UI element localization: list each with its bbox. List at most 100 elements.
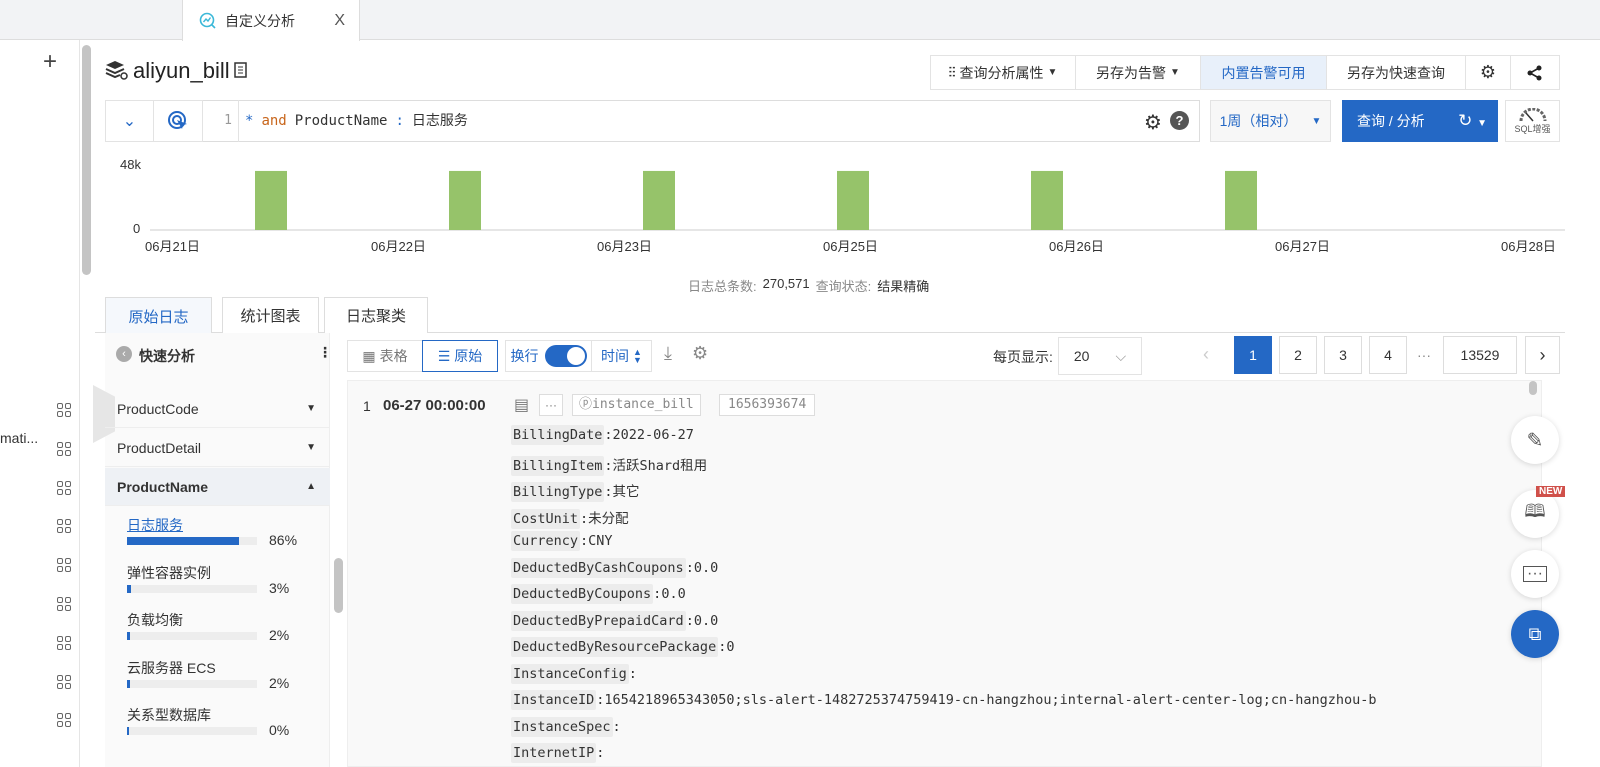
field-key[interactable]: BillingItem xyxy=(511,455,605,476)
query-settings-icon[interactable]: ⚙ xyxy=(1144,110,1162,135)
download-icon[interactable]: ⤓ xyxy=(664,343,672,364)
field-value[interactable]: 2022-06-27 xyxy=(613,427,694,443)
settings-button[interactable]: ⚙ xyxy=(1465,55,1511,90)
copy-icon[interactable] xyxy=(233,62,248,80)
field-key[interactable]: InstanceConfig xyxy=(511,663,629,684)
field-value[interactable]: CNY xyxy=(588,533,612,549)
chart-bar[interactable] xyxy=(837,170,869,230)
last-page-button[interactable]: 13529 xyxy=(1443,336,1517,374)
time-sort-button[interactable]: 时间 ▲ ▼ xyxy=(591,340,652,372)
value-label[interactable]: 负载均衡 xyxy=(127,612,183,628)
save-as-alert-button[interactable]: 另存为告警 ▼ xyxy=(1075,55,1201,90)
source-tag[interactable]: ⓟinstance_bill xyxy=(572,394,701,416)
field-value[interactable]: 0.0 xyxy=(694,560,718,576)
value-item[interactable]: 负载均衡 2% xyxy=(127,610,327,655)
gear-icon[interactable]: ⚙ xyxy=(692,343,708,364)
panel-scrollbar[interactable] xyxy=(334,558,343,613)
add-button[interactable]: + xyxy=(43,48,57,76)
chart-bar[interactable] xyxy=(449,170,481,230)
value-item[interactable]: 弹性容器实例 3% xyxy=(127,563,327,608)
tab-charts[interactable]: 统计图表 xyxy=(222,297,319,333)
builtin-alert-button[interactable]: 内置告警可用 xyxy=(1200,55,1327,90)
field-value[interactable]: 0.0 xyxy=(661,586,685,602)
page-button[interactable]: 3 xyxy=(1324,336,1362,374)
grid-icon[interactable] xyxy=(57,480,71,495)
field-key[interactable]: DeductedByCoupons xyxy=(511,584,654,604)
search-analyze-button[interactable]: 查询 / 分析 ↻ ▼ xyxy=(1342,100,1498,142)
scrollbar[interactable] xyxy=(82,45,91,275)
field-key[interactable]: BillingType xyxy=(511,482,605,502)
grid-icon[interactable] xyxy=(57,674,71,689)
prev-page-button[interactable]: ‹ xyxy=(1203,344,1209,365)
field-key[interactable]: CostUnit xyxy=(511,508,581,529)
feedback-button[interactable]: ··· xyxy=(1511,550,1559,598)
apps-button[interactable]: ⧉ xyxy=(1511,610,1559,658)
field-value[interactable]: 未分配 xyxy=(588,511,629,527)
field-key[interactable]: InstanceSpec xyxy=(511,716,613,737)
page-button[interactable]: 2 xyxy=(1279,336,1317,374)
help-icon[interactable]: ? xyxy=(1170,111,1189,130)
query-text[interactable]: * and ProductName : 日志服务 xyxy=(245,100,468,142)
grid-icon[interactable] xyxy=(57,713,71,728)
tab-custom-analysis[interactable]: 自定义分析 X xyxy=(182,0,360,41)
select-query-button[interactable] xyxy=(153,100,203,142)
copy-log-icon[interactable]: ▤ xyxy=(514,395,529,415)
page-button[interactable]: 4 xyxy=(1369,336,1407,374)
save-quick-query-button[interactable]: 另存为快速查询 xyxy=(1326,55,1466,90)
field-row[interactable]: ProductCode ▼ xyxy=(105,390,330,428)
field-key[interactable]: BillingDate xyxy=(511,425,605,445)
field-key[interactable]: InternetIP xyxy=(511,743,597,763)
field-key[interactable]: Currency xyxy=(511,531,581,551)
tab-raw-logs[interactable]: 原始日志 xyxy=(105,297,212,334)
grid-icon[interactable] xyxy=(57,519,71,534)
close-tab-icon[interactable]: X xyxy=(334,12,345,30)
field-row[interactable]: ProductDetail ▼ xyxy=(105,429,330,467)
field-value[interactable]: 0 xyxy=(726,639,734,655)
collapse-icon[interactable]: ‹ xyxy=(116,346,132,362)
field-value[interactable]: 1654218965343050;sls-alert-1482725374759… xyxy=(604,692,1376,708)
field-key[interactable]: DeductedByPrepaidCard xyxy=(511,610,686,631)
chart-bar[interactable] xyxy=(643,170,675,230)
topic-tag[interactable]: 1656393674 xyxy=(719,394,816,416)
value-label[interactable]: 云服务器 ECS xyxy=(127,660,216,676)
field-key[interactable]: DeductedByResourcePackage xyxy=(511,637,719,657)
value-item[interactable]: 关系型数据库 0% xyxy=(127,705,327,750)
log-scrollbar[interactable] xyxy=(1529,381,1537,395)
value-item[interactable]: 日志服务 86% xyxy=(127,515,327,560)
more-actions-button[interactable]: ··· xyxy=(539,394,563,416)
tab-log-clustering[interactable]: 日志聚类 xyxy=(324,297,428,333)
field-value[interactable]: 0.0 xyxy=(694,613,718,629)
table-view-button[interactable]: ▦ 表格 xyxy=(347,340,423,372)
chart-bar[interactable] xyxy=(255,170,287,230)
grid-icon[interactable] xyxy=(57,441,71,456)
grid-icon[interactable] xyxy=(57,597,71,611)
docs-button[interactable]: 🕮 xyxy=(1511,490,1559,538)
time-range-select[interactable]: 1周（相对） ▼ xyxy=(1210,100,1331,142)
field-row[interactable]: ProductName ▲ xyxy=(105,468,330,506)
query-properties-button[interactable]: ⫶⫶ 查询分析属性 ▼ xyxy=(930,55,1076,90)
field-key[interactable]: DeductedByCashCoupons xyxy=(511,557,686,578)
edit-button[interactable]: ✎ xyxy=(1511,416,1559,464)
value-item[interactable]: 云服务器 ECS 2% xyxy=(127,658,327,703)
next-page-button[interactable]: › xyxy=(1525,336,1560,374)
grid-icon[interactable] xyxy=(57,558,71,573)
grid-icon[interactable] xyxy=(57,635,71,650)
more-icon[interactable]: ⋮ xyxy=(318,344,332,361)
toggle-switch[interactable] xyxy=(544,345,587,367)
field-value[interactable]: 其它 xyxy=(613,484,640,500)
value-label[interactable]: 关系型数据库 xyxy=(127,707,211,723)
field-key[interactable]: InstanceID xyxy=(511,690,597,710)
rail-item-label[interactable]: mati... xyxy=(0,430,38,446)
value-label[interactable]: 日志服务 xyxy=(127,517,183,533)
wrap-toggle[interactable]: 换行 xyxy=(505,340,592,372)
chart-bar[interactable] xyxy=(1031,170,1063,230)
share-button[interactable] xyxy=(1510,55,1560,90)
grid-icon[interactable] xyxy=(57,403,71,417)
chart-bar[interactable] xyxy=(1225,170,1257,230)
field-value[interactable]: 活跃Shard租用 xyxy=(613,458,708,474)
refresh-icon[interactable]: ↻ ▼ xyxy=(1458,111,1487,131)
raw-view-button[interactable]: ☰ 原始 xyxy=(422,340,498,372)
value-label[interactable]: 弹性容器实例 xyxy=(127,565,211,581)
sql-enhance-button[interactable]: SQL增强 xyxy=(1505,100,1560,142)
page-button[interactable]: 1 xyxy=(1234,336,1272,374)
